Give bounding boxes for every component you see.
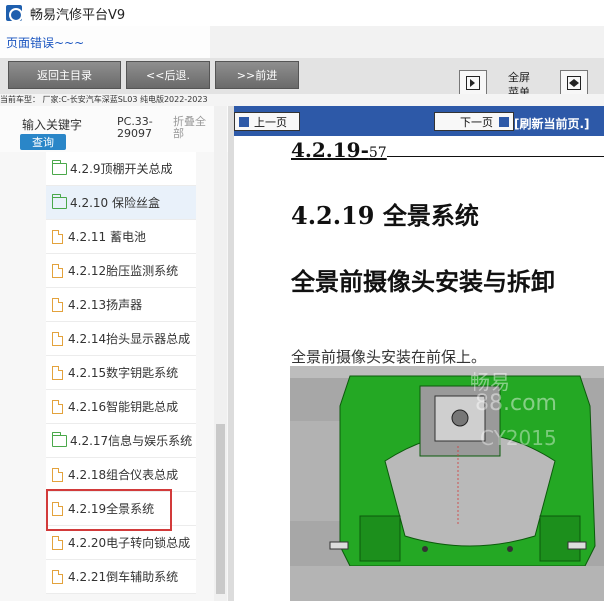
next-page-label: 下一页 [460,115,493,129]
tree-item[interactable]: 4.2.17信息与娱乐系统 [46,424,196,458]
next-page-button[interactable]: 下一页 [434,112,514,131]
back-button[interactable]: <<后退. [126,61,210,89]
watermark-line-3: CY2015 [480,426,557,450]
tree-item[interactable]: 4.2.16智能钥匙总成 [46,390,196,424]
page-error-text: 页面错误~~~ [6,36,85,50]
tree-item[interactable]: 4.2.11 蓄电池 [46,220,196,254]
tree-item[interactable]: 4.2.20电子转向锁总成 [46,526,196,560]
sidebar-scrollbar[interactable] [214,106,227,601]
search-row: 输入关键字 查询 PC.33-29097 折叠全部 [0,106,228,152]
page-icon [52,467,63,482]
page-icon [52,569,63,584]
camera-mount-diagram: 畅易 88.com CY2015 [290,366,604,601]
keyword-input-label[interactable]: 输入关键字 [22,116,82,133]
tree-item-label: 4.2.9顶棚开关总成 [70,162,173,176]
previous-page-button[interactable]: 上一页 [234,112,300,131]
tree-item[interactable]: 4.2.15数字钥匙系统 [46,356,196,390]
tree-item-label: 4.2.12胎压监测系统 [68,264,179,278]
refresh-page-link[interactable]: [刷新当前页.] [514,115,590,132]
tree-item-label: 4.2.18组合仪表总成 [68,468,179,482]
procedure-heading: 全景前摄像头安装与拆卸 [291,267,555,296]
page-icon [52,365,63,380]
section-number: 4.2.19-57 [291,138,604,162]
page-navigation-bar: 上一页 下一页 [刷新当前页.] [234,106,604,136]
procedure-text: 全景前摄像头安装在前保上。 [291,348,487,366]
tree-item[interactable]: 4.2.9顶棚开关总成 [46,152,196,186]
title-bar: 畅易汽修平台V9 [0,0,604,26]
tree-item-label: 4.2.21倒车辅助系统 [68,570,179,584]
tree-item-label: 4.2.20电子转向锁总成 [68,536,191,550]
tree-item-label: 4.2.11 蓄电池 [68,230,146,244]
previous-page-label: 上一页 [254,115,287,129]
tree-item-label: 4.2.13扬声器 [68,298,143,312]
document-page: 4.2.19-57 4.2.19 全景系统 全景前摄像头安装与拆卸 全景前摄像头… [234,136,604,601]
page-icon [52,331,63,346]
arrow-right-icon [499,116,509,127]
highlight-annotation-box [46,489,172,531]
forward-button[interactable]: >>前进 [215,61,299,89]
tree-item[interactable]: 4.2.12胎压监测系统 [46,254,196,288]
app-logo-icon [6,5,23,22]
page-icon [52,263,63,278]
fullscreen-label: 全屏 [508,71,530,84]
tree-item[interactable]: 4.2.18组合仪表总成 [46,458,196,492]
page-icon [52,297,63,312]
tree-item-label: 4.2.17信息与娱乐系统 [70,434,193,448]
tree-item[interactable]: 4.2.14抬头显示器总成 [46,322,196,356]
section-number-text: 4.2.19- [291,138,369,162]
folder-icon [52,193,67,209]
tree-item[interactable]: 4.2.10 保险丝盒 [46,186,196,220]
document-viewer: 上一页 下一页 [刷新当前页.] 4.2.19-57 4.2.19 全景系统 全… [234,106,604,601]
tree-item-label: 4.2.10 保险丝盒 [70,196,160,210]
collapse-split-button[interactable] [560,70,588,96]
tree-item-label: 4.2.14抬头显示器总成 [68,332,191,346]
tree-item[interactable]: 4.2.21倒车辅助系统 [46,560,196,594]
window-title: 畅易汽修平台V9 [30,7,126,23]
scrollbar-thumb[interactable] [216,424,225,594]
error-bar: 页面错误~~~ [0,26,604,58]
current-vehicle-info: 当前车型： 厂家:C-长安汽车深蓝SL03 纯电版2022-2023 [0,94,604,106]
error-panel: 页面错误~~~ [0,26,210,58]
split-view-icon [567,76,581,90]
section-heading: 4.2.19 全景系统 [291,201,479,230]
tree-item-label: 4.2.16智能钥匙总成 [68,400,179,414]
expand-left-icon [466,76,480,90]
page-icon [52,229,63,244]
section-page-number: 57 [368,145,387,161]
tree-item-label: 4.2.15数字钥匙系统 [68,366,179,380]
folder-icon [52,431,67,447]
page-icon [52,535,63,550]
query-button[interactable]: 查询 [20,134,66,150]
doc-code-label: PC.33-29097 [117,115,153,140]
expand-left-button[interactable] [459,70,487,96]
tree-item[interactable]: 4.2.13扬声器 [46,288,196,322]
folder-icon [52,159,67,175]
collapse-all-button[interactable]: 折叠全部 [173,116,213,140]
arrow-left-icon [239,116,249,127]
section-rule [386,156,604,157]
page-icon [52,399,63,414]
home-button[interactable]: 返回主目录 [8,61,121,89]
watermark-line-2: 88.com [475,391,557,416]
